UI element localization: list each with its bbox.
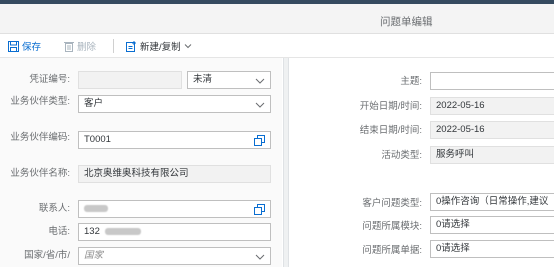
partner-type-select[interactable]: 客户 bbox=[78, 95, 271, 113]
chevron-down-icon bbox=[255, 75, 265, 88]
issue-type-label: 客户问题类型: bbox=[362, 198, 422, 209]
partner-name-label: 业务伙伴名称: bbox=[10, 168, 70, 179]
end-date-label: 结束日期/时间: bbox=[359, 125, 422, 136]
start-date-field[interactable]: 2022-05-16 bbox=[430, 97, 554, 115]
title-bar: 问题单编辑 bbox=[0, 4, 554, 34]
issue-doc-select[interactable]: 0请选择 bbox=[430, 240, 554, 258]
chevron-down-icon bbox=[184, 43, 192, 49]
delete-button[interactable]: 删除 bbox=[64, 39, 96, 53]
value-help-icon[interactable] bbox=[254, 204, 265, 217]
trash-icon bbox=[64, 41, 74, 52]
save-label: 保存 bbox=[22, 42, 42, 53]
country-select[interactable]: 国家 bbox=[78, 247, 271, 265]
contact-field[interactable] bbox=[78, 200, 271, 218]
activity-type-label: 活动类型: bbox=[381, 150, 422, 161]
start-date-label: 开始日期/时间: bbox=[359, 101, 422, 112]
status-select[interactable]: 未清 bbox=[187, 71, 271, 89]
issue-module-select[interactable]: 0请选择 bbox=[430, 216, 554, 234]
issue-module-label: 问题所属模块: bbox=[362, 221, 422, 232]
country-placeholder: 国家 bbox=[84, 250, 104, 261]
country-label: 国家/省/市/ bbox=[24, 250, 70, 261]
chevron-down-icon bbox=[255, 251, 265, 264]
phone-field[interactable]: 132 bbox=[78, 223, 271, 241]
toolbar: 保存 删除 新建/复制 bbox=[0, 34, 554, 58]
partner-type-label: 业务伙伴类型: bbox=[10, 96, 70, 107]
issue-doc-label: 问题所属单据: bbox=[362, 245, 422, 256]
end-date-field[interactable]: 2022-05-16 bbox=[430, 121, 554, 139]
voucher-no-label: 凭证编号: bbox=[29, 74, 70, 85]
new-copy-label: 新建/复制 bbox=[140, 42, 181, 53]
voucher-no-field[interactable] bbox=[78, 71, 182, 89]
issue-type-select[interactable]: 0操作咨询（日常操作,建议 bbox=[430, 193, 554, 211]
partner-code-value: T0001 bbox=[84, 134, 111, 145]
partner-name-field[interactable]: 北京奥维奥科技有限公司 bbox=[78, 165, 271, 183]
phone-label: 电话: bbox=[48, 226, 70, 237]
partner-code-label: 业务伙伴编码: bbox=[10, 132, 70, 143]
partner-type-value: 客户 bbox=[84, 98, 104, 109]
left-form-panel: 凭证编号: 未清 业务伙伴类型: 客户 业务伙伴编码: T0001 业务伙伴名称… bbox=[0, 58, 282, 267]
status-value: 未清 bbox=[193, 74, 213, 85]
save-button[interactable]: 保存 bbox=[8, 39, 41, 53]
chevron-down-icon bbox=[255, 99, 265, 112]
redacted-contact-name bbox=[84, 204, 108, 212]
delete-label: 删除 bbox=[77, 42, 97, 53]
save-icon bbox=[8, 40, 19, 52]
new-copy-button[interactable]: 新建/复制 bbox=[126, 39, 192, 53]
partner-code-field[interactable]: T0001 bbox=[78, 131, 271, 149]
redacted-phone-digits bbox=[104, 227, 141, 235]
activity-type-field[interactable]: 服务呼叫 bbox=[430, 146, 554, 164]
value-help-icon[interactable] bbox=[254, 135, 265, 148]
toolbar-divider bbox=[113, 39, 114, 53]
contact-label: 联系人: bbox=[38, 203, 70, 214]
page-title: 问题单编辑 bbox=[380, 16, 433, 28]
subject-label: 主题: bbox=[400, 76, 422, 87]
subject-field[interactable] bbox=[430, 72, 554, 90]
right-form-panel: 主题: 开始日期/时间: 2022-05-16 结束日期/时间: 2022-05… bbox=[289, 58, 554, 267]
phone-value: 132 bbox=[84, 226, 100, 237]
new-document-icon bbox=[126, 40, 137, 52]
